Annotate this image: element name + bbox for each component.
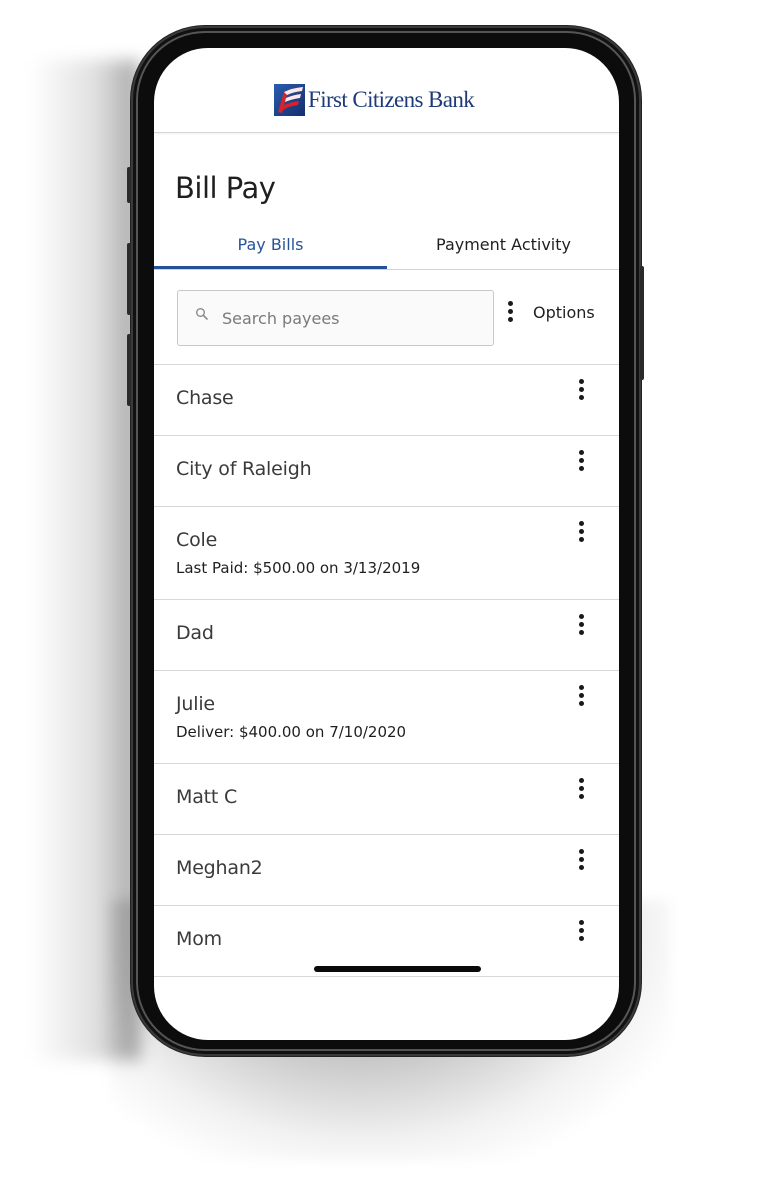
payee-name: Matt C bbox=[176, 786, 238, 808]
power-button bbox=[640, 266, 644, 380]
payee-row-matt-c[interactable]: Matt C bbox=[154, 764, 619, 835]
brand-logo[interactable]: First Citizens Bank bbox=[274, 84, 475, 116]
tab-payment-activity[interactable]: Payment Activity bbox=[387, 226, 619, 270]
page-title: Bill Pay bbox=[175, 171, 276, 205]
flag-logo-icon bbox=[274, 84, 305, 116]
tab-pay-bills[interactable]: Pay Bills bbox=[154, 226, 387, 270]
payee-menu-icon[interactable] bbox=[571, 681, 591, 711]
phone-screen: First Citizens Bank Bill Pay Pay Bills P… bbox=[154, 48, 619, 1040]
payee-menu-icon[interactable] bbox=[571, 375, 591, 405]
more-vertical-icon bbox=[500, 297, 520, 327]
payee-last-paid: Last Paid: $500.00 on 3/13/2019 bbox=[176, 559, 421, 577]
payee-row-meghan2[interactable]: Meghan2 bbox=[154, 835, 619, 906]
payee-menu-icon[interactable] bbox=[571, 774, 591, 804]
search-payees-input[interactable] bbox=[222, 291, 482, 345]
payee-name: Julie bbox=[176, 693, 215, 715]
payee-row-cole[interactable]: Cole Last Paid: $500.00 on 3/13/2019 bbox=[154, 507, 619, 600]
payee-name: Meghan2 bbox=[176, 857, 263, 879]
home-indicator[interactable] bbox=[314, 966, 481, 972]
payee-name: Chase bbox=[176, 387, 234, 409]
brand-name: First Citizens Bank bbox=[308, 87, 475, 112]
payee-menu-icon[interactable] bbox=[571, 610, 591, 640]
payee-name: Dad bbox=[176, 622, 214, 644]
payee-menu-icon[interactable] bbox=[571, 517, 591, 547]
app-header: First Citizens Bank bbox=[154, 48, 619, 133]
payee-name: Cole bbox=[176, 529, 218, 551]
tab-bar: Pay Bills Payment Activity bbox=[154, 226, 619, 270]
payee-menu-icon[interactable] bbox=[571, 845, 591, 875]
payee-menu-icon[interactable] bbox=[571, 916, 591, 946]
active-tab-indicator bbox=[154, 266, 387, 269]
search-icon bbox=[196, 308, 208, 320]
payee-row-city-of-raleigh[interactable]: City of Raleigh bbox=[154, 436, 619, 507]
payee-name: City of Raleigh bbox=[176, 458, 312, 480]
payee-list: Chase City of Raleigh Cole Last Paid: $5… bbox=[154, 364, 619, 977]
payee-row-julie[interactable]: Julie Deliver: $400.00 on 7/10/2020 bbox=[154, 671, 619, 764]
payee-scheduled-delivery: Deliver: $400.00 on 7/10/2020 bbox=[176, 723, 407, 741]
payee-row-chase[interactable]: Chase bbox=[154, 365, 619, 436]
payee-menu-icon[interactable] bbox=[571, 446, 591, 476]
payee-name: Mom bbox=[176, 928, 222, 950]
volume-down-button bbox=[127, 334, 131, 406]
options-button[interactable]: Options bbox=[500, 294, 595, 330]
mute-switch bbox=[127, 167, 131, 203]
volume-up-button bbox=[127, 243, 131, 315]
options-label: Options bbox=[533, 302, 595, 322]
search-field[interactable] bbox=[177, 290, 494, 346]
payee-row-dad[interactable]: Dad bbox=[154, 600, 619, 671]
